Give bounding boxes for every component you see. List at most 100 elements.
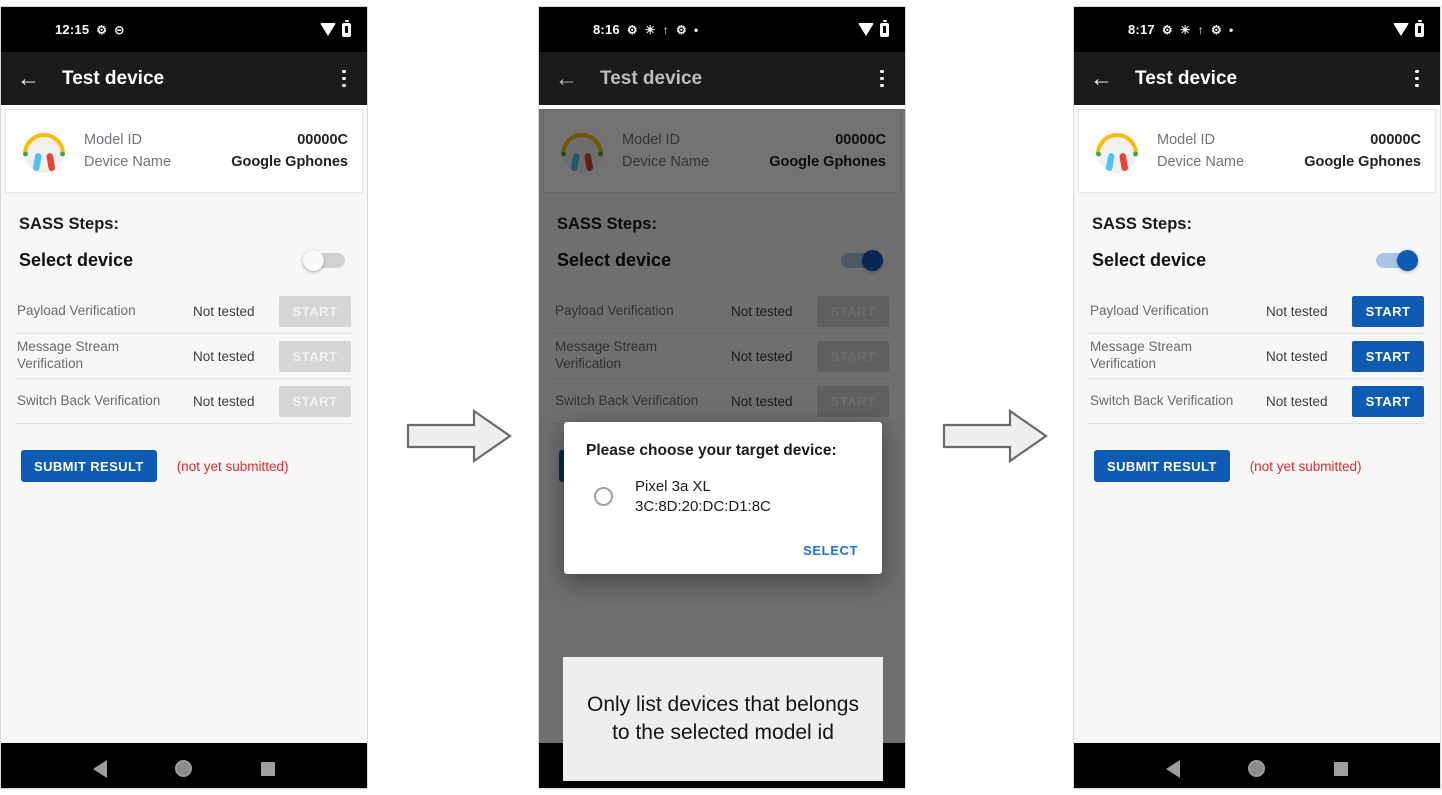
radio-button-icon[interactable] — [594, 487, 613, 507]
wifi-icon — [858, 23, 874, 36]
table-row: Payload Verification Not tested START — [1088, 289, 1426, 334]
tests-list: Payload Verification Not tested START Me… — [15, 289, 353, 424]
select-device-label: Select device — [1092, 250, 1207, 270]
sass-steps-heading: SASS Steps: — [19, 215, 119, 233]
nav-home-icon[interactable] — [1248, 760, 1266, 777]
start-button[interactable]: START — [279, 340, 351, 372]
wifi-icon — [1393, 23, 1409, 36]
test-status: Not tested — [1266, 303, 1328, 319]
gear-icon: ⚙ — [1210, 22, 1222, 37]
nav-bar — [1, 743, 367, 788]
bluetooth-icon: ↑ — [1197, 22, 1204, 37]
start-button[interactable]: START — [279, 385, 351, 417]
table-row: Message Stream Verification Not tested S… — [1088, 334, 1426, 379]
screen-body: Model ID 00000C Device Name Google Gphon… — [1074, 109, 1440, 743]
overflow-menu-icon[interactable] — [342, 69, 346, 88]
annotation-callout: Only list devices that belongs to the se… — [563, 657, 883, 781]
bluetooth-icon: ↑ — [662, 22, 669, 37]
status-time: 8:16 — [593, 22, 620, 37]
toggle-thumb — [1397, 250, 1418, 271]
test-name: Message Stream Verification — [1090, 339, 1193, 371]
android-debug-icon: ⚙ — [96, 22, 108, 37]
page-title: Test device — [62, 67, 165, 89]
do-not-disturb-icon: ⊝ — [114, 22, 125, 37]
dot-icon: • — [1228, 22, 1234, 37]
device-name-value: Google Gphones — [1304, 154, 1421, 170]
select-device-row: Select device — [19, 250, 345, 271]
select-device-toggle[interactable] — [303, 250, 345, 271]
nav-home-icon[interactable] — [175, 760, 193, 777]
device-card-row: Model ID 00000C — [84, 129, 348, 151]
submit-area: SUBMIT RESULT (not yet submitted) — [1094, 450, 1440, 482]
submit-status-note: (not yet submitted) — [1249, 458, 1362, 474]
start-button[interactable]: START — [1352, 385, 1424, 417]
status-bar: 8:16 ⚙ ☀ ↑ ⚙ • — [539, 7, 905, 52]
test-name: Message Stream Verification — [17, 339, 120, 371]
dialog-actions: SELECT — [586, 537, 860, 564]
device-card-row: Model ID 00000C — [1157, 129, 1421, 151]
tests-list: Payload Verification Not tested START Me… — [1088, 289, 1426, 424]
device-name-value: Google Gphones — [231, 154, 348, 170]
device-name-label: Device Name — [84, 154, 172, 170]
battery-icon — [1415, 20, 1424, 37]
device-card-rows: Model ID 00000C Device Name Google Gphon… — [1157, 129, 1421, 173]
phone-panel-initial: 12:15 ⚙ ⊝ ← Test device Model ID 00000C … — [0, 6, 368, 789]
status-time: 8:17 — [1128, 22, 1155, 37]
phone-panel-enabled: 8:17 ⚙ ☀ ↑ ⚙ • ← Test device Model ID 00… — [1073, 6, 1441, 789]
device-name-label: Device Name — [1157, 154, 1245, 170]
device-card-rows: Model ID 00000C Device Name Google Gphon… — [84, 129, 348, 173]
nav-back-icon[interactable] — [93, 759, 108, 778]
start-button[interactable]: START — [279, 295, 351, 327]
app-bar: ← Test device — [1, 52, 367, 105]
status-bar-right — [858, 20, 889, 37]
status-bar-right — [320, 20, 351, 37]
model-id-value: 00000C — [1370, 132, 1421, 148]
screen-body: Model ID 00000C Device Name Google Gphon… — [1, 109, 367, 743]
test-name: Payload Verification — [1090, 302, 1209, 318]
back-arrow-icon[interactable]: ← — [17, 67, 45, 90]
submit-result-button[interactable]: SUBMIT RESULT — [1094, 450, 1230, 482]
test-name: Switch Back Verification — [1090, 392, 1234, 408]
nav-recents-icon[interactable] — [1333, 761, 1348, 776]
table-row: Switch Back Verification Not tested STAR… — [15, 379, 353, 424]
app-bar: ← Test device — [1074, 52, 1440, 105]
screen-body: Model ID 00000C Device Name Google Gphon… — [539, 109, 905, 781]
device-option-row[interactable]: Pixel 3a XL 3C:8D:20:DC:D1:8C — [586, 477, 860, 517]
dialog-select-button[interactable]: SELECT — [801, 537, 860, 564]
table-row: Payload Verification Not tested START — [15, 289, 353, 334]
start-button[interactable]: START — [1352, 295, 1424, 327]
device-card: Model ID 00000C Device Name Google Gphon… — [5, 109, 363, 193]
status-bar-right — [1393, 20, 1424, 37]
test-name: Payload Verification — [17, 302, 136, 318]
test-status: Not tested — [193, 303, 255, 319]
start-button[interactable]: START — [1352, 340, 1424, 372]
battery-icon — [880, 20, 889, 37]
nav-recents-icon[interactable] — [260, 761, 275, 776]
page-title: Test device — [600, 67, 703, 89]
test-status: Not tested — [193, 393, 255, 409]
select-device-toggle[interactable] — [1376, 250, 1418, 271]
back-arrow-icon[interactable]: ← — [1090, 67, 1118, 90]
headphones-icon — [23, 133, 65, 173]
screenshot-stage: 12:15 ⚙ ⊝ ← Test device Model ID 00000C … — [0, 0, 1442, 795]
device-card: Model ID 00000C Device Name Google Gphon… — [1078, 109, 1436, 193]
submit-area: SUBMIT RESULT (not yet submitted) — [21, 450, 367, 482]
status-bar: 12:15 ⚙ ⊝ — [1, 7, 367, 52]
back-arrow-icon[interactable]: ← — [555, 67, 583, 90]
submit-result-button[interactable]: SUBMIT RESULT — [21, 450, 157, 482]
phone-panel-dialog: 8:16 ⚙ ☀ ↑ ⚙ • ← Test device Please choo… — [538, 6, 906, 789]
model-id-label: Model ID — [1157, 132, 1216, 148]
app-bar: ← Test device — [539, 52, 905, 105]
submit-status-note: (not yet submitted) — [176, 458, 289, 474]
table-row: Message Stream Verification Not tested S… — [15, 334, 353, 379]
select-device-label: Select device — [19, 250, 134, 270]
status-bar-left: 8:16 ⚙ ☀ ↑ ⚙ • — [593, 22, 698, 37]
gear-icon: ⚙ — [675, 22, 687, 37]
status-time: 12:15 — [55, 22, 90, 37]
brightness-icon: ☀ — [644, 22, 656, 37]
choose-device-dialog: Please choose your target device: Pixel … — [564, 422, 882, 574]
flow-arrow-2 — [942, 408, 1048, 464]
overflow-menu-icon[interactable] — [1415, 69, 1419, 88]
overflow-menu-icon[interactable] — [880, 69, 884, 88]
nav-back-icon[interactable] — [1166, 759, 1181, 778]
